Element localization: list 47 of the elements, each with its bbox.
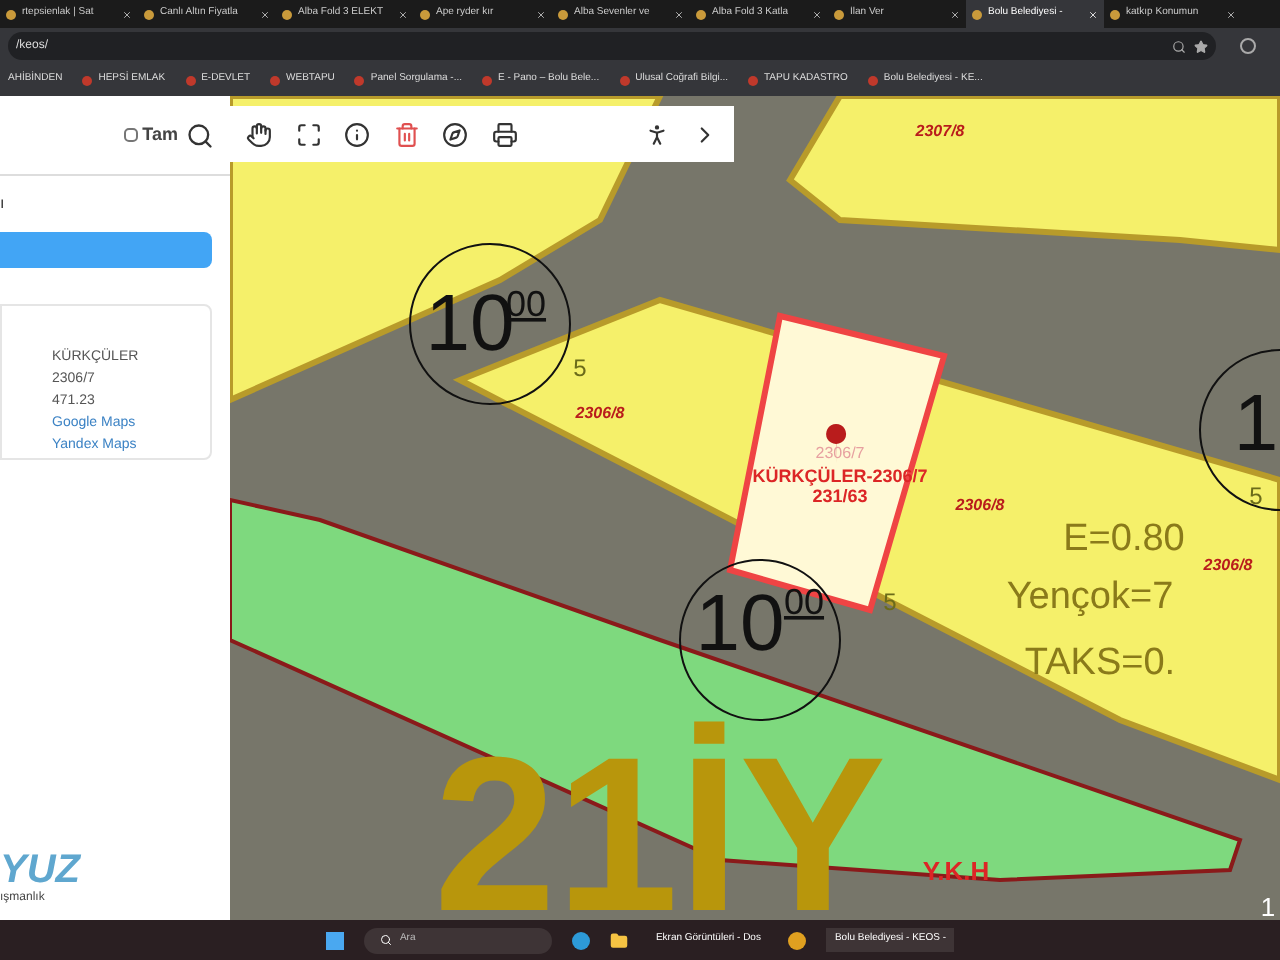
map-label: 2306/8: [575, 404, 625, 422]
tab-favicon-icon: [6, 9, 16, 19]
map-label: 5: [573, 354, 587, 382]
zoom-icon[interactable]: [1172, 39, 1186, 53]
map-label: 2306/7: [815, 444, 865, 462]
compass-icon[interactable]: [442, 121, 468, 147]
map-label: 231/63: [812, 486, 868, 506]
zoom-extent-icon[interactable]: [295, 121, 321, 147]
bookmark-star-icon[interactable]: [1194, 39, 1208, 53]
map-label: 10: [695, 580, 785, 668]
bookmark-favicon-icon: [867, 75, 878, 85]
checkbox[interactable]: [124, 128, 139, 142]
map-label: 1: [1233, 380, 1279, 468]
map-label: 2307/8: [915, 122, 965, 140]
map-label: 1: [1260, 892, 1276, 920]
tab-favicon-icon: [420, 9, 430, 19]
logo-text: YUZ: [0, 850, 80, 890]
search-icon[interactable]: [186, 121, 214, 149]
bookmark-favicon-icon: [482, 75, 492, 85]
tab-favicon-icon: [144, 9, 154, 19]
map-label: 2306/8: [1203, 556, 1253, 574]
tab-favicon-icon: [282, 9, 292, 19]
info-icon[interactable]: [344, 121, 370, 147]
cut-text: ı: [0, 192, 5, 216]
map-label: 5: [1249, 482, 1263, 510]
tab-favicon-icon: [1110, 9, 1120, 19]
tab-favicon-icon: [972, 9, 982, 19]
full-checkbox[interactable]: Tam: [124, 121, 178, 149]
map-label: 2306/8: [955, 496, 1005, 514]
map-label: 00: [783, 582, 825, 622]
print-icon[interactable]: [491, 121, 517, 147]
map-label: Yençok=7: [1006, 576, 1174, 618]
bookmark-favicon-icon: [619, 75, 630, 85]
bookmark-favicon-icon: [82, 75, 93, 85]
bookmark-favicon-icon: [354, 75, 365, 85]
bookmark-favicon-icon: [270, 75, 281, 85]
map-label: TAKS=0.: [1024, 642, 1176, 684]
tab-favicon-icon: [696, 9, 706, 19]
person-icon[interactable]: [643, 121, 669, 147]
bookmark-favicon-icon: [748, 75, 758, 85]
search-icon: [379, 934, 392, 946]
bookmark-favicon-icon: [185, 75, 196, 85]
trash-icon[interactable]: [393, 121, 419, 147]
pan-hand-icon[interactable]: [246, 121, 272, 147]
tab-favicon-icon: [834, 9, 844, 19]
map-label: E=0.80: [1063, 518, 1185, 560]
tab-favicon-icon: [558, 9, 568, 19]
